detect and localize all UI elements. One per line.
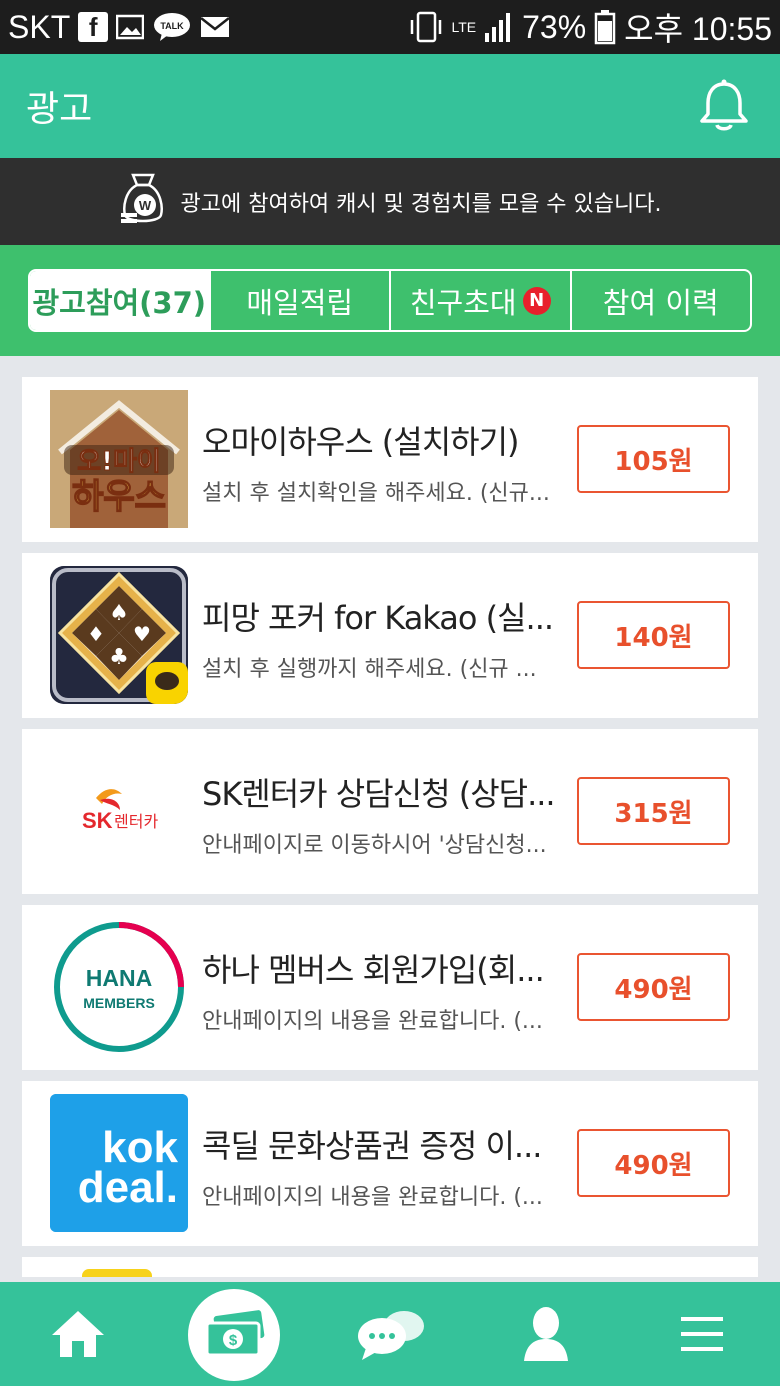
reward-button[interactable]: 105원 — [577, 425, 730, 493]
svg-text:MEMBERS: MEMBERS — [83, 995, 155, 1011]
ad-description: 설치 후 실행까지 해주세요. (신규 ... — [202, 657, 537, 682]
svg-text:deal.: deal. — [78, 1163, 178, 1212]
clock: 오후 10:55 — [624, 11, 772, 47]
ad-title: SK렌터카 상담신청 (상담... — [202, 775, 556, 813]
ad-list: 오!마이 하우스 오마이하우스 (설치하기) 설치 후 설치확인을 해주세요. … — [22, 377, 758, 1277]
svg-text:렌터카: 렌터카 — [114, 812, 158, 831]
ad-thumbnail-partial — [82, 1269, 152, 1277]
status-bar: SKT f TALK LTE 73% 오후 10:55 — [0, 0, 780, 54]
app-header: 광고 — [0, 54, 780, 158]
svg-text:하우스: 하우스 — [72, 477, 166, 517]
home-icon[interactable] — [18, 1282, 138, 1386]
tab-ad-participation[interactable]: 광고참여(37) — [30, 271, 209, 330]
reward-button[interactable]: 315원 — [577, 777, 730, 845]
kakaotalk-icon: TALK — [152, 11, 192, 43]
ad-description: 안내페이지의 내용을 완료합니다. (... — [202, 1185, 543, 1210]
ad-thumbnail-ohmyhouse: 오!마이 하우스 — [50, 390, 188, 528]
battery-icon — [594, 9, 616, 45]
ad-thumbnail-hana-members: HANA MEMBERS — [50, 918, 188, 1056]
gallery-icon — [116, 14, 145, 40]
battery-percent: 73% — [522, 8, 587, 45]
page-title: 광고 — [26, 89, 93, 130]
ad-title: 하나 멤버스 회원가입(회... — [202, 951, 545, 989]
signal-icon — [484, 11, 514, 43]
tab-invite-friends[interactable]: 친구초대 N — [389, 271, 570, 330]
tab-history[interactable]: 참여 이력 — [569, 271, 751, 330]
cash-icon[interactable]: $ — [188, 1289, 280, 1381]
svg-text:HANA: HANA — [86, 965, 152, 991]
svg-text:♠: ♠ — [109, 601, 129, 626]
vibrate-phone-icon — [409, 10, 443, 44]
ad-title: 오마이하우스 (설치하기) — [202, 423, 520, 461]
svg-text:♥: ♥ — [133, 622, 151, 646]
ad-item[interactable]: HANA MEMBERS 하나 멤버스 회원가입(회... 안내페이지의 내용을… — [22, 905, 758, 1070]
ad-thumbnail-pmang-poker: ♠ ♥ ♦ ♣ — [50, 566, 188, 704]
ad-description: 설치 후 설치확인을 해주세요. (신규... — [202, 481, 550, 506]
svg-text:SK: SK — [82, 808, 113, 833]
svg-text:W: W — [138, 198, 151, 213]
reward-button[interactable]: 490원 — [577, 953, 730, 1021]
ad-item[interactable]: 오!마이 하우스 오마이하우스 (설치하기) 설치 후 설치확인을 해주세요. … — [22, 377, 758, 542]
tab-bar: 광고참여(37) 매일적립 친구초대 N 참여 이력 — [0, 245, 780, 356]
reward-button[interactable]: 140원 — [577, 601, 730, 669]
tab-daily-earn[interactable]: 매일적립 — [208, 271, 390, 330]
bottom-navigation: $ — [0, 1282, 780, 1386]
ad-item[interactable]: kok deal. 콕딜 문화상품권 증정 이... 안내페이지의 내용을 완료… — [22, 1081, 758, 1246]
new-badge: N — [522, 286, 551, 315]
ad-description: 안내페이지로 이동하시어 '상담신청... — [202, 833, 547, 858]
svg-text:오!마이: 오!마이 — [77, 447, 161, 477]
carrier-label: SKT — [8, 8, 71, 45]
facebook-icon: f — [78, 12, 109, 42]
ad-item[interactable]: ♠ ♥ ♦ ♣ 피망 포커 for Kakao (실... 설치 후 실행까지 … — [22, 553, 758, 718]
profile-icon[interactable] — [486, 1282, 606, 1386]
ad-thumbnail-sk-rentcar: SK 렌터카 — [50, 742, 188, 880]
ad-item[interactable]: SK 렌터카 SK렌터카 상담신청 (상담... 안내페이지로 이동하시어 '상… — [22, 729, 758, 894]
bell-icon[interactable] — [694, 76, 754, 136]
ad-description: 안내페이지의 내용을 완료합니다. (... — [202, 1009, 543, 1034]
menu-icon[interactable] — [642, 1282, 762, 1386]
banner-text: 광고에 참여하여 캐시 및 경험치를 모을 수 있습니다. — [180, 191, 662, 217]
reward-button[interactable]: 490원 — [577, 1129, 730, 1197]
ad-title: 콕딜 문화상품권 증정 이... — [202, 1127, 542, 1165]
svg-text:TALK: TALK — [161, 21, 185, 31]
ad-thumbnail-kokdeal: kok deal. — [50, 1094, 188, 1232]
ad-item[interactable] — [22, 1257, 758, 1277]
mail-icon — [200, 15, 231, 39]
info-banner: W 광고에 참여하여 캐시 및 경험치를 모을 수 있습니다. — [0, 158, 780, 245]
chat-icon[interactable] — [330, 1282, 450, 1386]
money-bag-icon: W — [119, 171, 167, 233]
svg-text:♦: ♦ — [87, 622, 105, 646]
svg-text:♣: ♣ — [109, 645, 129, 670]
svg-text:$: $ — [229, 1332, 238, 1349]
ad-title: 피망 포커 for Kakao (실... — [202, 599, 554, 637]
lte-indicator: LTE — [451, 19, 477, 35]
